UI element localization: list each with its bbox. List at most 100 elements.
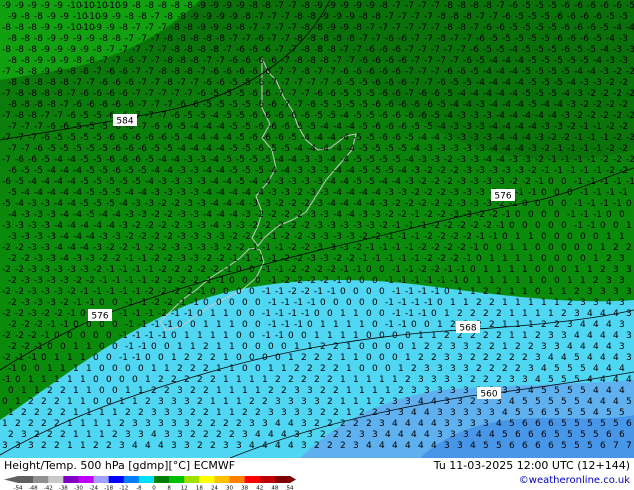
temperature-value: -2 xyxy=(164,254,173,264)
temperature-value: 0 xyxy=(236,309,242,319)
temperature-value: 3 xyxy=(151,408,157,418)
temperature-value: -3 xyxy=(470,133,479,143)
temperature-value: -5 xyxy=(606,12,615,22)
temperature-value: -4 xyxy=(106,221,115,231)
temperature-value: -3 xyxy=(41,287,50,297)
temperature-value: -3 xyxy=(236,221,245,231)
temperature-value: 1 xyxy=(392,375,398,385)
temperature-value: -8 xyxy=(307,12,316,22)
temperature-value: 1 xyxy=(535,309,541,319)
temperature-value: -7 xyxy=(346,56,355,66)
temperature-value: 0 xyxy=(249,265,255,275)
temperature-value: 0 xyxy=(366,353,372,363)
temperature-value: 2 xyxy=(197,441,203,451)
temperature-value: 0 xyxy=(242,276,248,286)
temperature-value: -5 xyxy=(93,177,102,187)
temperature-value: -2 xyxy=(301,265,310,275)
temperature-value: -9 xyxy=(106,23,115,33)
temperature-value: -5 xyxy=(236,155,245,165)
temperature-value: -5 xyxy=(385,166,394,176)
temperature-value: 2 xyxy=(93,441,99,451)
temperature-value: -5 xyxy=(229,144,238,154)
scale-swatch xyxy=(63,476,79,483)
temperature-value: -3 xyxy=(463,188,472,198)
temperature-value: -4 xyxy=(509,89,518,99)
temperature-value: -6 xyxy=(587,23,596,33)
temperature-value: -1 xyxy=(541,166,550,176)
temperature-value: -7 xyxy=(385,12,394,22)
temperature-value: -3 xyxy=(593,78,602,88)
temperature-value: -9 xyxy=(112,12,121,22)
temperature-value: -2 xyxy=(613,133,622,143)
temperature-value: -6 xyxy=(262,67,271,77)
temperature-value: -9 xyxy=(28,1,37,11)
temperature-value: -9 xyxy=(47,34,56,44)
temperature-value: 1 xyxy=(138,386,144,396)
temperature-value: -3 xyxy=(184,221,193,231)
temperature-value: -2 xyxy=(457,221,466,231)
temperature-value: -1 xyxy=(405,221,414,231)
temperature-value: -7 xyxy=(145,45,154,55)
temperature-value: -3 xyxy=(476,166,485,176)
temperature-value: -3 xyxy=(2,221,11,231)
temperature-value: 2 xyxy=(561,309,567,319)
temperature-value: -1 xyxy=(138,342,147,352)
temperature-value: -3 xyxy=(34,210,43,220)
temperature-value: -3 xyxy=(197,199,206,209)
temperature-value: -1 xyxy=(411,232,420,242)
temperature-value: 2 xyxy=(106,441,112,451)
temperature-value: 3 xyxy=(457,419,463,429)
temperature-value: -1 xyxy=(379,243,388,253)
temperature-value: -6 xyxy=(385,34,394,44)
temperature-value: -2 xyxy=(2,353,11,363)
temperature-value: 2 xyxy=(281,386,287,396)
temperature-value: 3 xyxy=(613,265,619,275)
temperature-value: 2 xyxy=(496,309,502,319)
temperature-value: 3 xyxy=(164,408,170,418)
temperature-value: -4 xyxy=(548,111,557,121)
temperature-value: 5 xyxy=(574,441,580,451)
temperature-value: 4 xyxy=(392,419,398,429)
temperature-value: 3 xyxy=(457,441,463,451)
temperature-value: -1 xyxy=(385,320,394,330)
temperature-value: 3 xyxy=(288,397,294,407)
temperature-value: -6 xyxy=(158,133,167,143)
temperature-value: 1 xyxy=(236,375,242,385)
temperature-value: -7 xyxy=(138,56,147,66)
temperature-value: -1 xyxy=(437,276,446,286)
temperature-value: -4 xyxy=(54,155,63,165)
temperature-value: -5 xyxy=(99,166,108,176)
temperature-value: -3 xyxy=(405,177,414,187)
temperature-value: -6 xyxy=(574,23,583,33)
temperature-value: 2 xyxy=(210,375,216,385)
temperature-value: 0 xyxy=(541,276,547,286)
temperature-value: 2 xyxy=(288,375,294,385)
temperature-value: -1 xyxy=(301,309,310,319)
temperature-value: 1 xyxy=(80,397,86,407)
temperature-value: 2 xyxy=(54,397,60,407)
temperature-value: 3 xyxy=(177,430,183,440)
temperature-value: -6 xyxy=(132,155,141,165)
temperature-value: 4 xyxy=(255,430,261,440)
temperature-value: 1 xyxy=(515,232,521,242)
temperature-value: -1 xyxy=(28,353,37,363)
temperature-value: 1 xyxy=(119,397,125,407)
temperature-value: -7 xyxy=(249,23,258,33)
temperature-value: -1 xyxy=(112,276,121,286)
temperature-value: -5 xyxy=(255,166,264,176)
temperature-value: 2 xyxy=(138,408,144,418)
temperature-value: -9 xyxy=(60,56,69,66)
scale-label: -42 xyxy=(44,486,53,490)
temperature-value: -8 xyxy=(34,78,43,88)
temperature-value: 4 xyxy=(431,397,437,407)
temperature-value: 3 xyxy=(2,441,8,451)
temperature-value: 2 xyxy=(320,342,326,352)
temperature-value: -1 xyxy=(307,298,316,308)
credit-link[interactable]: ©weatheronline.co.uk xyxy=(519,475,630,486)
temperature-value: 5 xyxy=(554,364,560,374)
temperature-value: -6 xyxy=(385,100,394,110)
temperature-value: 1 xyxy=(626,221,632,231)
temperature-value: -8 xyxy=(457,1,466,11)
temperature-value: -4 xyxy=(275,155,284,165)
temperature-value: -5 xyxy=(8,188,17,198)
